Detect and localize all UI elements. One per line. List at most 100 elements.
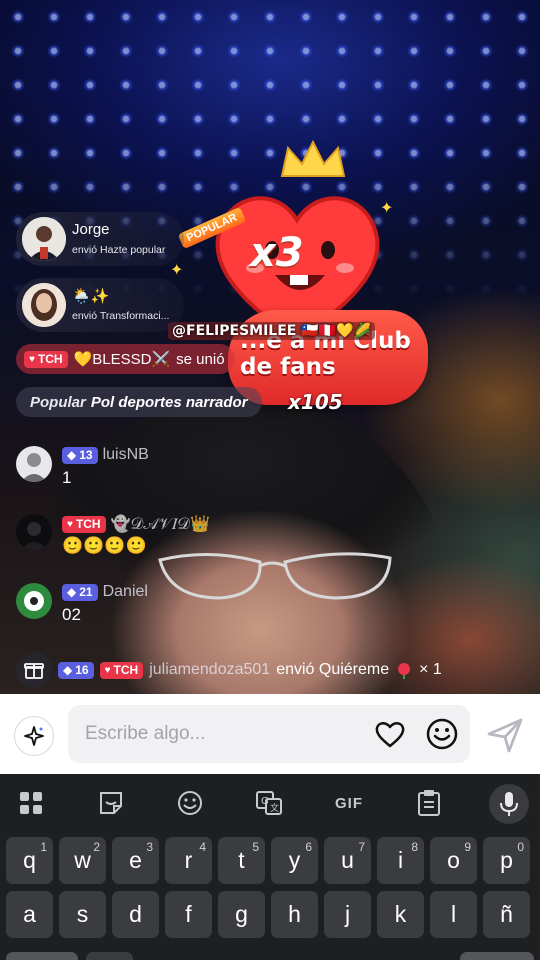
- team-badge-label: TCH: [113, 663, 139, 677]
- join-user[interactable]: 💛BLESSD⚔️: [74, 350, 171, 368]
- level-number: 21: [79, 585, 93, 599]
- key-e[interactable]: e3: [112, 837, 159, 884]
- team-badge-label: TCH: [75, 517, 101, 531]
- join-action: se unió: [176, 350, 225, 368]
- chat-username[interactable]: 👻𝒟𝒜𝒱𝐼𝒟👑: [111, 514, 210, 534]
- gift-multiplier: x3: [250, 230, 304, 276]
- key-l[interactable]: l: [430, 891, 477, 938]
- key-partial[interactable]: [86, 952, 133, 960]
- heart-icon[interactable]: [374, 719, 406, 749]
- key-label: q: [23, 847, 36, 873]
- key-n-tilde[interactable]: ñ: [483, 891, 530, 938]
- heart-icon: ♥: [67, 518, 73, 530]
- key-o[interactable]: o9: [430, 837, 477, 884]
- key-label: t: [238, 847, 245, 873]
- avatar[interactable]: [16, 446, 52, 482]
- team-badge-label: TCH: [37, 352, 63, 366]
- key-p[interactable]: p0: [483, 837, 530, 884]
- popular-notice: Popular Pol deportes narrador: [16, 387, 262, 417]
- key-hint: 3: [146, 840, 153, 854]
- avatar[interactable]: [22, 217, 66, 261]
- level-icon: ◆: [67, 585, 77, 599]
- key-q[interactable]: q1: [6, 837, 53, 884]
- gift-combo-count: x105: [288, 390, 343, 414]
- microphone-icon: [500, 792, 518, 816]
- popular-text: Pol deportes narrador: [90, 393, 248, 411]
- key-label: u: [341, 847, 354, 873]
- comment-bar: [0, 694, 540, 774]
- key-a[interactable]: a: [6, 891, 53, 938]
- chat-text: 02: [62, 605, 81, 624]
- gift-chat-message: ◆ 16 ♥ TCH juliamendoza501 envió Quiéreme …: [16, 652, 526, 688]
- key-hint: 9: [464, 840, 471, 854]
- apps-grid-icon[interactable]: [16, 788, 46, 818]
- shift-key[interactable]: [6, 952, 78, 960]
- gift-notification[interactable]: 🌦️✨ envió Transformaci...: [16, 278, 184, 332]
- svg-text:G: G: [261, 796, 269, 807]
- avatar[interactable]: [16, 583, 52, 619]
- level-icon: ◆: [63, 663, 73, 677]
- key-d[interactable]: d: [112, 891, 159, 938]
- key-f[interactable]: f: [165, 891, 212, 938]
- heart-icon: ♥: [104, 664, 111, 676]
- key-label: e: [129, 847, 142, 873]
- key-hint: 5: [252, 840, 259, 854]
- key-j[interactable]: j: [324, 891, 371, 938]
- key-hint: 1: [40, 840, 47, 854]
- key-label: y: [288, 847, 301, 873]
- on-screen-keyboard: G文 GIF q1 w2 e3 r4 t5 y6 u7 i8 o9 p0 a s…: [0, 774, 540, 960]
- avatar[interactable]: [22, 283, 66, 327]
- key-label: p: [500, 847, 513, 873]
- level-number: 16: [75, 663, 89, 677]
- key-hint: 8: [411, 840, 418, 854]
- microphone-button[interactable]: [489, 784, 529, 824]
- chat-text: 1: [62, 468, 72, 487]
- clipboard-icon[interactable]: [414, 788, 444, 818]
- gif-button[interactable]: GIF: [330, 788, 368, 818]
- key-hint: 0: [517, 840, 524, 854]
- key-w[interactable]: w2: [59, 837, 106, 884]
- gift-username[interactable]: juliamendoza501: [149, 661, 270, 679]
- gift-sender-name: 🌦️✨: [72, 288, 110, 305]
- gift-notification[interactable]: Jorge envió Hazte popular: [16, 212, 184, 266]
- key-r[interactable]: r4: [165, 837, 212, 884]
- avatar[interactable]: [16, 514, 52, 550]
- team-badge: ♥ TCH: [62, 515, 106, 533]
- key-u[interactable]: u7: [324, 837, 371, 884]
- team-badge: ♥ TCH: [24, 350, 68, 368]
- rose-gift-icon: [398, 663, 411, 679]
- translate-icon[interactable]: G文: [254, 788, 284, 818]
- emoji-icon[interactable]: [175, 788, 205, 818]
- key-t[interactable]: t5: [218, 837, 265, 884]
- key-label: i: [397, 847, 404, 873]
- sticker-icon[interactable]: [96, 788, 126, 818]
- chat-username[interactable]: luisNB: [103, 446, 149, 464]
- key-label: w: [74, 847, 91, 873]
- key-h[interactable]: h: [271, 891, 318, 938]
- heart-icon: ♥: [29, 353, 35, 365]
- ai-assist-button[interactable]: [14, 716, 54, 756]
- key-s[interactable]: s: [59, 891, 106, 938]
- key-hint: 6: [305, 840, 312, 854]
- gift-description: envió Hazte popular: [72, 244, 166, 256]
- gift-description: envió Transformaci...: [72, 310, 170, 322]
- gift-box-icon: [16, 652, 52, 688]
- comment-input[interactable]: [68, 705, 470, 763]
- key-y[interactable]: y6: [271, 837, 318, 884]
- backspace-key[interactable]: [460, 952, 534, 960]
- send-icon[interactable]: [486, 716, 524, 754]
- key-g[interactable]: g: [218, 891, 265, 938]
- team-badge: ♥ TCH: [99, 661, 144, 679]
- key-label: r: [184, 847, 193, 873]
- chat-text: 🙂🙂🙂🙂: [62, 536, 147, 555]
- chat-username[interactable]: Daniel: [103, 583, 148, 601]
- key-i[interactable]: i8: [377, 837, 424, 884]
- key-hint: 7: [358, 840, 365, 854]
- emoji-icon[interactable]: [425, 717, 459, 751]
- level-number: 13: [79, 448, 93, 462]
- join-message: ♥ TCH 💛BLESSD⚔️ se unió: [16, 344, 235, 374]
- key-k[interactable]: k: [377, 891, 424, 938]
- gift-sender-handle: @FELIPESMILEE 🇨🇱🇵🇪💛🌽: [168, 322, 375, 340]
- svg-text:文: 文: [270, 802, 279, 814]
- level-icon: ◆: [67, 448, 77, 462]
